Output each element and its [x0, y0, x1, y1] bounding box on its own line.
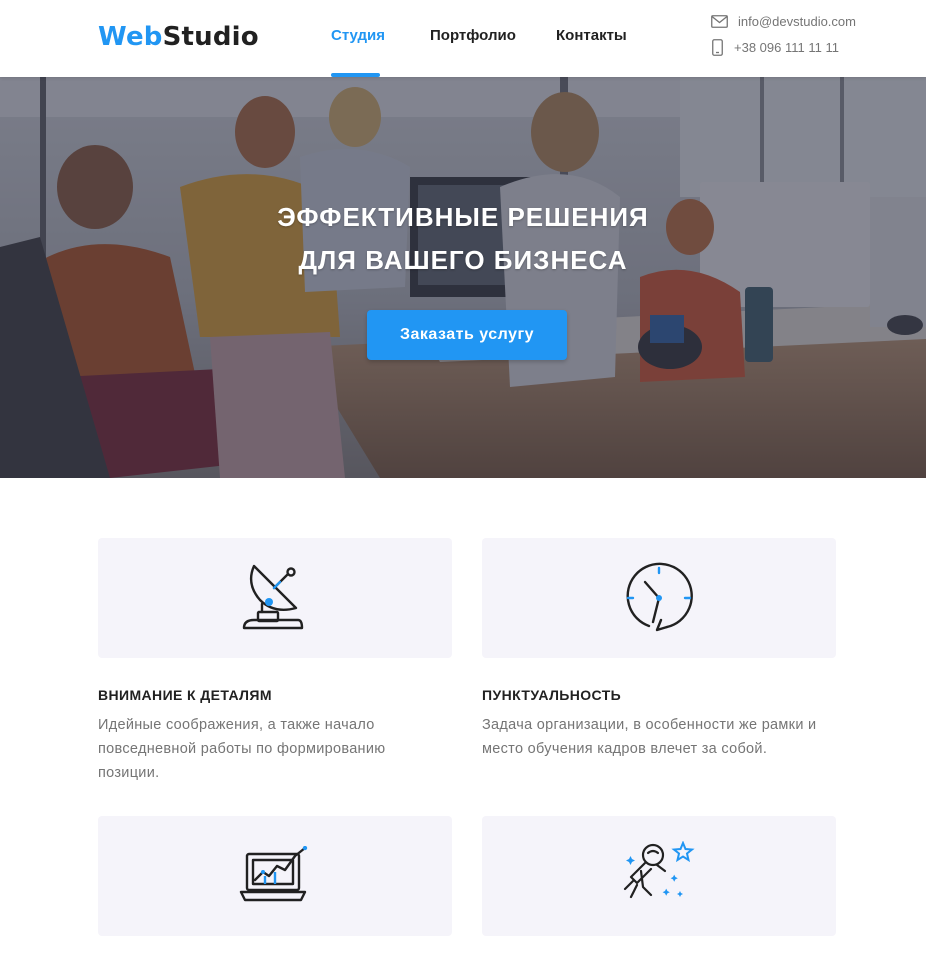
phone-icon: [712, 39, 723, 56]
laptop-chart-icon: [239, 846, 308, 902]
mail-icon: [711, 15, 728, 28]
feature-text-punctuality: Задача организации, в особенности же рам…: [482, 717, 817, 757]
email-link[interactable]: info@devstudio.com: [711, 14, 856, 29]
nav-item-contacts[interactable]: Контакты: [556, 27, 627, 44]
satellite-dish-icon: [242, 564, 304, 630]
hero-title-line-1: ЭФФЕКТИВНЫЕ РЕШЕНИЯ: [277, 202, 649, 232]
nav-item-portfolio[interactable]: Портфолио: [430, 27, 516, 44]
phone-link[interactable]: +38 096 111 11 11: [711, 39, 839, 56]
email-text: info@devstudio.com: [738, 14, 856, 29]
astronaut-icon: [623, 841, 695, 899]
nav-active-indicator: [331, 73, 380, 77]
clock-icon: [626, 562, 693, 632]
feature-title-punctuality: ПУНКТУАЛЬНОСТЬ: [482, 687, 622, 703]
feature-card-details: [98, 538, 452, 658]
logo-accent: Web: [98, 22, 163, 52]
hero-section: ЭФФЕКТИВНЫЕ РЕШЕНИЯ ДЛЯ ВАШЕГО БИЗНЕСА З…: [0, 77, 926, 478]
site-logo[interactable]: WebStudio: [98, 22, 259, 52]
feature-title-details: ВНИМАНИЕ К ДЕТАЛЯМ: [98, 687, 272, 703]
site-header: WebStudio Студия Портфолио Контакты info…: [0, 0, 926, 77]
feature-card-analytics: [98, 816, 452, 936]
nav-item-studio[interactable]: Студия: [331, 27, 385, 44]
feature-card-innovation: [482, 816, 836, 936]
feature-card-punctuality: [482, 538, 836, 658]
hero-title-line-2: ДЛЯ ВАШЕГО БИЗНЕСА: [298, 245, 628, 275]
feature-text-details: Идейные соображения, а также начало повс…: [98, 717, 386, 781]
phone-text: +38 096 111 11 11: [734, 40, 839, 55]
logo-rest: Studio: [162, 22, 259, 52]
order-service-button[interactable]: Заказать услугу: [367, 310, 567, 360]
